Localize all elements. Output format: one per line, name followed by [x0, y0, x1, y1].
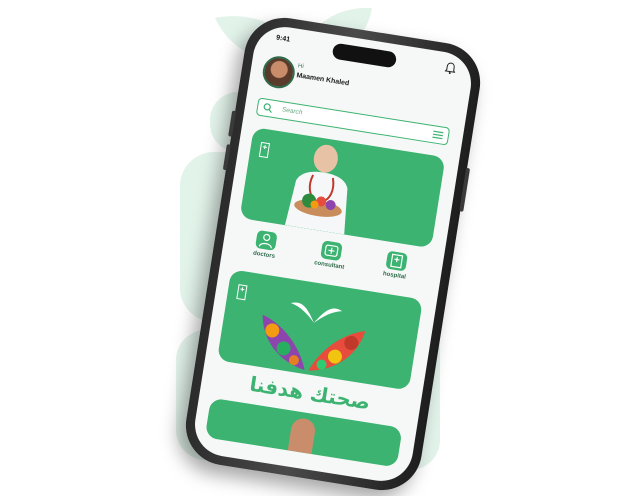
dynamic-island [331, 42, 398, 69]
status-time: 9:41 [275, 34, 291, 44]
bell-icon[interactable] [443, 60, 459, 76]
category-doctors[interactable]: doctors [234, 227, 297, 263]
category-label: consultant [313, 260, 345, 271]
avatar[interactable] [260, 53, 298, 91]
menu-icon[interactable] [431, 129, 444, 141]
brand-logo-icon [236, 284, 248, 301]
hospital-icon [385, 250, 408, 272]
user-name: Maamen Khaled [295, 72, 350, 88]
category-label: hospital [382, 271, 407, 281]
search-placeholder: Search [281, 106, 303, 117]
greeting-text: Hi [297, 63, 305, 71]
doctor-photo [284, 144, 348, 235]
search-icon [263, 103, 272, 113]
category-hospital[interactable]: hospital [364, 247, 427, 283]
consultant-icon [320, 240, 343, 262]
doctor-icon [255, 229, 278, 251]
brand-logo-icon [258, 141, 271, 159]
category-label: doctors [252, 250, 276, 260]
vegetables-heart-illustration [262, 302, 366, 371]
category-consultant[interactable]: consultant [299, 237, 362, 273]
doctor-banner[interactable] [239, 127, 446, 249]
person-photo [287, 416, 317, 455]
